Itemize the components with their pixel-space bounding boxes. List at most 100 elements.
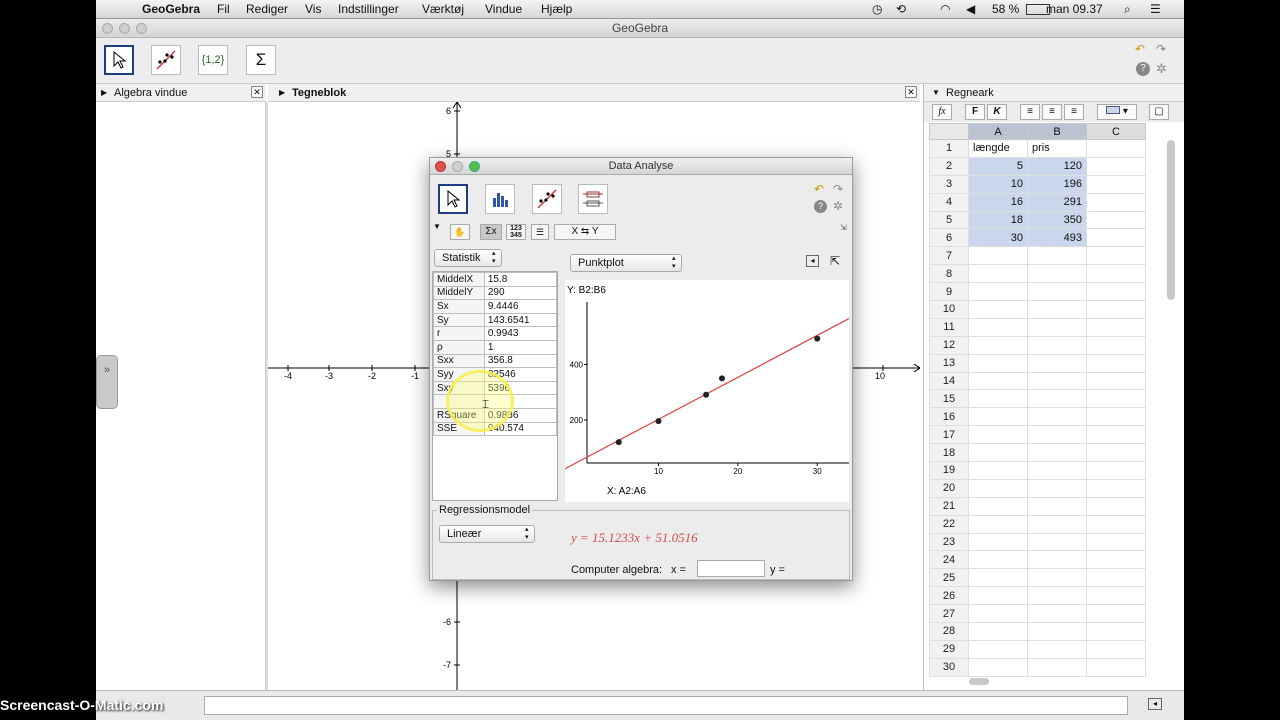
spreadsheet-cell[interactable]: [1027, 246, 1087, 266]
spreadsheet-row[interactable]: 29: [929, 639, 1146, 659]
spreadsheet-cell[interactable]: [968, 335, 1028, 355]
spreadsheet-row[interactable]: 7: [929, 246, 1146, 266]
menu-hjaelp[interactable]: Hjælp: [541, 2, 572, 16]
spreadsheet-cell[interactable]: [1086, 139, 1146, 158]
row-header[interactable]: 18: [929, 443, 969, 463]
spreadsheet-cell[interactable]: [1027, 353, 1087, 373]
spreadsheet-cell[interactable]: pris: [1027, 139, 1087, 158]
minimize-window-button[interactable]: [119, 23, 130, 34]
align-left-button[interactable]: ≡: [1020, 104, 1040, 120]
expand-arrow-icon[interactable]: ▶: [101, 84, 107, 102]
row-header[interactable]: 8: [929, 264, 969, 284]
list-tool-button[interactable]: {1,2}: [198, 45, 228, 75]
dialog-close-button[interactable]: [435, 161, 446, 172]
spreadsheet-cell[interactable]: [1027, 532, 1087, 552]
redo-icon[interactable]: ↷: [1156, 42, 1166, 56]
spreadsheet-cell[interactable]: [1027, 335, 1087, 355]
spreadsheet-cell[interactable]: [968, 443, 1028, 463]
spreadsheet-row[interactable]: 1 længde pris: [929, 139, 1146, 158]
input-bar[interactable]: [204, 696, 1128, 715]
spreadsheet-cell[interactable]: [968, 514, 1028, 534]
spreadsheet-cell[interactable]: [1086, 586, 1146, 606]
row-header[interactable]: 30: [929, 657, 969, 677]
spreadsheet-row[interactable]: 27: [929, 604, 1146, 624]
spreadsheet-row[interactable]: 26: [929, 586, 1146, 606]
column-header-a[interactable]: A: [968, 123, 1028, 140]
best-fit-line-tool-button[interactable]: [151, 45, 181, 75]
spreadsheet-row[interactable]: 14: [929, 371, 1146, 391]
corner-cell[interactable]: [929, 123, 969, 140]
spreadsheet-cell[interactable]: 10: [968, 174, 1028, 194]
spreadsheet-cell[interactable]: [1086, 461, 1146, 480]
spreadsheet-cell[interactable]: [1086, 353, 1146, 373]
spreadsheet-cell[interactable]: 5: [968, 156, 1028, 176]
spreadsheet-cell[interactable]: [1027, 317, 1087, 337]
spreadsheet-cell[interactable]: [968, 604, 1028, 624]
spreadsheet-cell[interactable]: [968, 300, 1028, 319]
spreadsheet-cell[interactable]: [1027, 264, 1087, 284]
spreadsheet-cell[interactable]: [968, 586, 1028, 606]
spreadsheet-cell[interactable]: [968, 425, 1028, 445]
spreadsheet-cell[interactable]: [1086, 443, 1146, 463]
row-header[interactable]: 11: [929, 317, 969, 337]
spreadsheet-row[interactable]: 20: [929, 478, 1146, 498]
column-header-b[interactable]: B: [1027, 123, 1087, 140]
timemachine-icon[interactable]: ⟲: [896, 2, 906, 16]
statistics-dropdown[interactable]: Statistik: [434, 249, 502, 267]
close-algebra-button[interactable]: ✕: [251, 86, 263, 98]
row-header[interactable]: 28: [929, 622, 969, 641]
input-bar-button[interactable]: fx: [932, 104, 952, 120]
plot-type-dropdown[interactable]: Punktplot: [570, 254, 682, 272]
row-header[interactable]: 7: [929, 246, 969, 266]
row-header[interactable]: 15: [929, 389, 969, 409]
help-icon[interactable]: ?: [1136, 62, 1150, 76]
spreadsheet-cell[interactable]: [1027, 604, 1087, 624]
spreadsheet-row[interactable]: 18: [929, 443, 1146, 463]
dialog-zoom-button[interactable]: [469, 161, 480, 172]
spreadsheet-cell[interactable]: [1086, 478, 1146, 498]
row-header[interactable]: 20: [929, 478, 969, 498]
spreadsheet-grid[interactable]: A B C 1 længde pris 2 5 120 3 10 196 4 16 291 5 18 350…: [929, 123, 1146, 677]
histogram-tool-button[interactable]: [485, 184, 515, 214]
italic-button[interactable]: K: [987, 104, 1007, 120]
menu-vis[interactable]: Vis: [305, 2, 321, 16]
spreadsheet-cell[interactable]: 291: [1027, 192, 1087, 212]
dialog-minimize-button[interactable]: [452, 161, 463, 172]
menu-indstillinger[interactable]: Indstillinger: [338, 2, 399, 16]
spreadsheet-cell[interactable]: [1027, 407, 1087, 427]
spreadsheet-cell[interactable]: [968, 496, 1028, 516]
spreadsheet-cell[interactable]: [1086, 174, 1146, 194]
spreadsheet-cell[interactable]: [968, 317, 1028, 337]
spreadsheet-cell[interactable]: [1086, 407, 1146, 427]
spreadsheet-row[interactable]: 2 5 120: [929, 156, 1146, 176]
cas-x-input[interactable]: [697, 560, 765, 577]
dialog-move-tool-button[interactable]: [438, 184, 468, 214]
spreadsheet-cell[interactable]: [1086, 639, 1146, 659]
spreadsheet-cell[interactable]: [1086, 317, 1146, 337]
spreadsheet-cell[interactable]: [968, 407, 1028, 427]
spreadsheet-row[interactable]: 15: [929, 389, 1146, 409]
spreadsheet-row[interactable]: 13: [929, 353, 1146, 373]
spreadsheet-cell[interactable]: [1027, 586, 1087, 606]
align-right-button[interactable]: ≡: [1064, 104, 1084, 120]
column-header-c[interactable]: C: [1086, 123, 1146, 140]
dialog-help-icon[interactable]: ?: [814, 200, 827, 213]
row-header[interactable]: 4: [929, 192, 969, 212]
spreadsheet-row[interactable]: 4 16 291: [929, 192, 1146, 212]
regression-tool-button[interactable]: [532, 184, 562, 214]
spreadsheet-cell[interactable]: [1086, 210, 1146, 230]
close-graphics-button[interactable]: ✕: [905, 86, 917, 98]
spreadsheet-cell[interactable]: [1027, 478, 1087, 498]
row-header[interactable]: 24: [929, 550, 969, 570]
undock-icon[interactable]: ⇲: [840, 223, 847, 232]
spreadsheet-cell[interactable]: [968, 532, 1028, 552]
spreadsheet-cell[interactable]: [1086, 389, 1146, 409]
row-header[interactable]: 5: [929, 210, 969, 230]
spreadsheet-cell[interactable]: 493: [1027, 228, 1087, 248]
wifi-icon[interactable]: ◠: [940, 2, 950, 16]
row-header[interactable]: 29: [929, 639, 969, 659]
spreadsheet-cell[interactable]: [1086, 568, 1146, 588]
spreadsheet-cell[interactable]: [1086, 604, 1146, 624]
spreadsheet-cell[interactable]: [1086, 622, 1146, 641]
spreadsheet-cell[interactable]: [968, 550, 1028, 570]
